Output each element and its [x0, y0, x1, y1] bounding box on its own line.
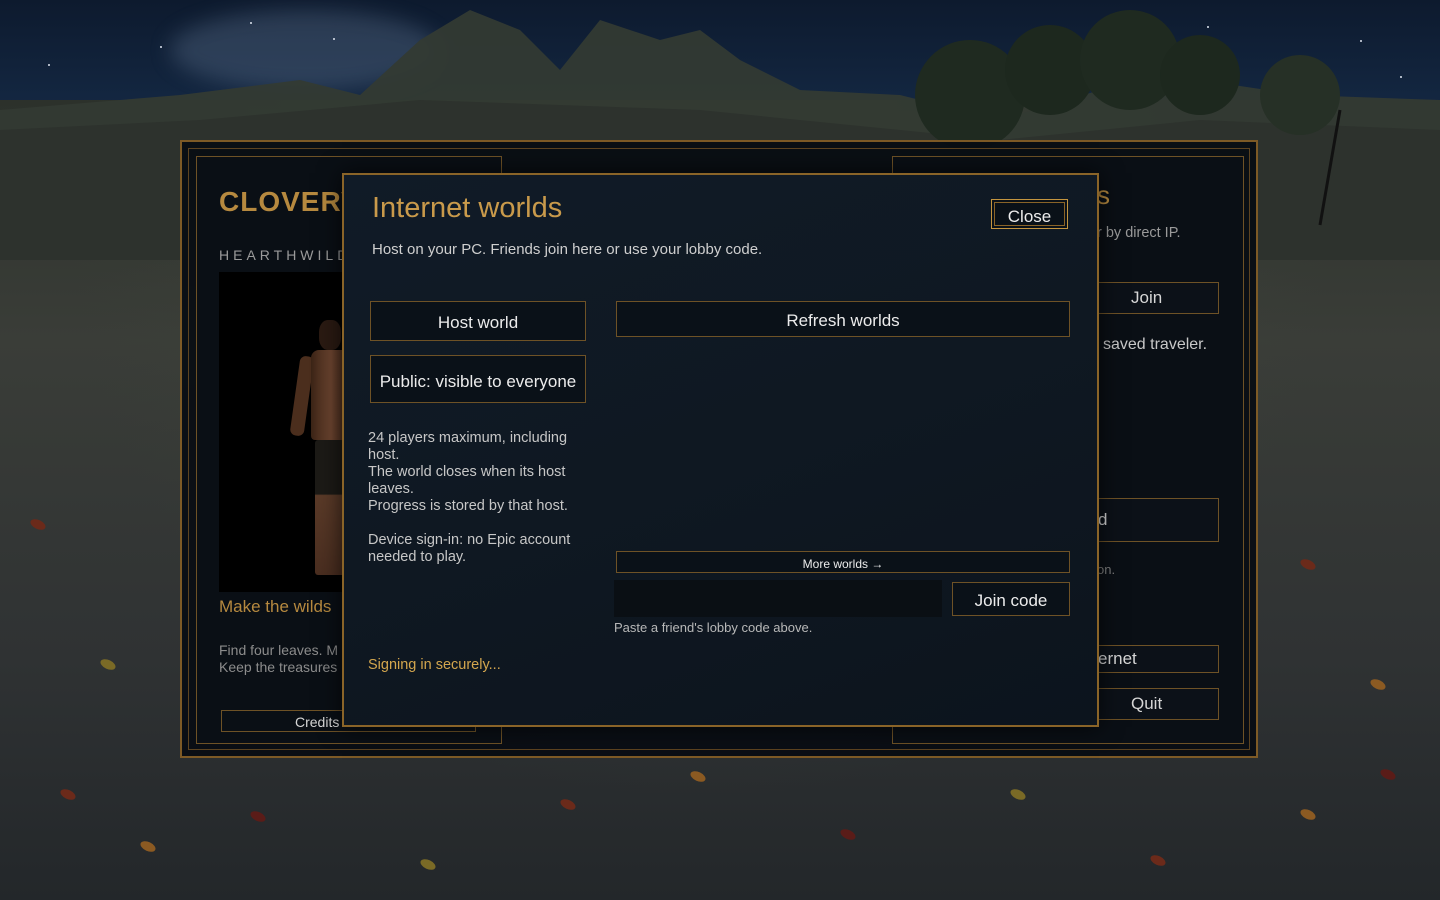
info-line: 24 players maximum, including host.	[368, 430, 568, 463]
quit-button[interactable]: Quit	[1097, 688, 1219, 720]
description-line: Find four leaves. M	[219, 642, 339, 658]
game-title: CLOVERV	[219, 186, 361, 217]
lobby-code-hint: Paste a friend's lobby code above.	[614, 620, 813, 635]
worlds-list	[616, 345, 1070, 545]
sign-in-status: Signing in securely...	[368, 657, 501, 673]
visibility-toggle-button[interactable]: Public: visible to everyone	[370, 355, 586, 403]
panel-note-text: on.	[1097, 562, 1116, 577]
info-line: The world closes when its host leaves.	[368, 464, 566, 497]
more-worlds-button[interactable]: More worlds →	[616, 551, 1070, 573]
character-head	[319, 320, 341, 350]
close-button[interactable]: Close	[991, 199, 1068, 229]
play-world-button[interactable]: d	[1097, 498, 1219, 542]
lobby-code-input[interactable]	[614, 580, 942, 617]
info-line: Device sign-in: no Epic account needed t…	[368, 532, 571, 565]
join-code-button[interactable]: Join code	[952, 582, 1070, 616]
join-direct-ip-button[interactable]: Join	[1097, 282, 1219, 314]
internet-worlds-button[interactable]: ernet	[1097, 645, 1219, 673]
description-line: Keep the treasures	[219, 659, 338, 675]
dialog-subtitle: Host on your PC. Friends join here or us…	[372, 241, 763, 258]
saved-traveler-text: saved traveler.	[1103, 336, 1208, 353]
info-line: Progress is stored by that host.	[368, 498, 568, 514]
game-subtitle: HEARTHWILD	[219, 247, 352, 263]
game-tagline: Make the wilds	[219, 597, 332, 616]
game-description: Find four leaves. M Keep the treasures	[219, 642, 338, 676]
direct-ip-text: r by direct IP.	[1097, 225, 1181, 241]
character-artwork	[219, 272, 354, 592]
dialog-title: Internet worlds	[372, 192, 563, 224]
hosting-info: 24 players maximum, including host. The …	[368, 430, 583, 566]
refresh-worlds-button[interactable]: Refresh worlds	[616, 301, 1070, 337]
host-world-button[interactable]: Host world	[370, 301, 586, 341]
